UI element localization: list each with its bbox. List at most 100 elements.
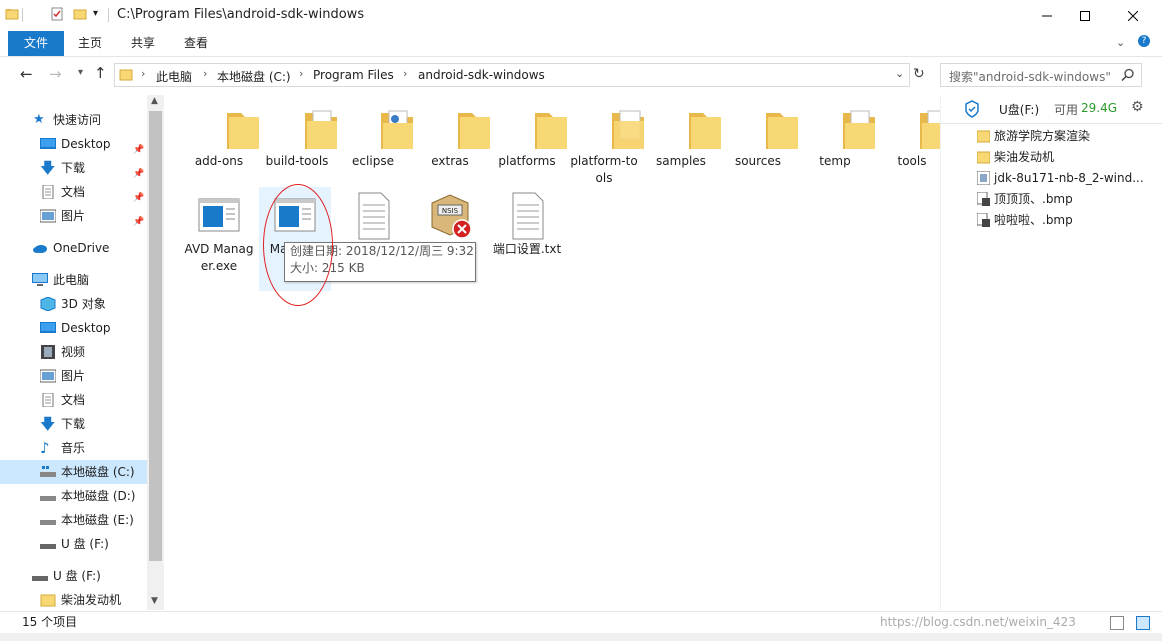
preview-item-label: 顶顶顶、.bmp [994, 192, 1073, 206]
breadcrumb-android-sdk-windows[interactable]: android-sdk-windows [418, 68, 545, 82]
preview-item-label: 旅游学院方案渲染 [994, 129, 1091, 143]
expand-ribbon-icon[interactable]: ⌄ [1116, 36, 1125, 49]
item-count: 15 个项目 [22, 615, 78, 629]
text-file-icon [358, 192, 390, 240]
address-bar[interactable]: › 此电脑 › 本地磁盘 (C:) › Program Files › andr… [114, 63, 910, 87]
details-view-icon[interactable] [1110, 616, 1124, 630]
nav-label: 本地磁盘 (C:) [61, 465, 135, 479]
nav-label: U 盘 (F:) [61, 537, 109, 551]
help-icon[interactable]: ? [1138, 35, 1150, 47]
up-arrow-icon[interactable]: ↑ [94, 64, 107, 82]
nav-item-local-disk-e[interactable]: 本地磁盘 (E:) [0, 508, 147, 532]
file-item-avd-manager[interactable]: AVD Manager.exe [183, 191, 255, 275]
file-item-platform-tools[interactable]: platform-tools [568, 103, 644, 187]
nav-item-pictures-pinned[interactable]: 图片 📌 [0, 204, 147, 228]
nav-item-diesel-engine-folder[interactable]: 柴油发动机 [0, 588, 147, 610]
breadcrumb-separator-icon: › [299, 67, 304, 80]
large-icons-view-icon[interactable] [1136, 616, 1150, 630]
file-item-samples[interactable]: samples [645, 103, 721, 170]
free-space-label: 可用 [1054, 103, 1079, 117]
file-item-text-file[interactable] [337, 191, 409, 241]
nav-label: 柴油发动机 [61, 593, 122, 607]
watermark-text: https://blog.csdn.net/weixin_423 [880, 615, 1076, 629]
refresh-icon[interactable]: ↻ [913, 66, 925, 82]
nav-scrollbar[interactable]: ▲ ▼ [147, 95, 164, 610]
file-item-uninstaller[interactable]: NSIS [414, 191, 486, 241]
scrollbar-thumb[interactable] [149, 111, 162, 561]
nav-item-pictures[interactable]: 图片 [0, 364, 147, 388]
maximize-button[interactable] [1062, 0, 1108, 31]
folder-icon [977, 151, 990, 164]
cloud-icon [33, 245, 47, 253]
file-name: temp [819, 154, 851, 168]
nav-item-local-disk-d[interactable]: 本地磁盘 (D:) [0, 484, 147, 508]
nav-item-local-disk-c[interactable]: 本地磁盘 (C:) [0, 460, 147, 484]
forward-arrow-icon[interactable]: → [49, 65, 62, 83]
picture-icon [40, 209, 56, 223]
file-item-add-ons[interactable]: add-ons [183, 103, 259, 170]
new-folder-icon[interactable] [73, 7, 87, 21]
breadcrumb-program-files[interactable]: Program Files [313, 68, 394, 82]
tab-home[interactable]: 主页 [70, 31, 110, 56]
nav-item-usb-drive-f[interactable]: U 盘 (F:) [0, 532, 147, 556]
nav-item-onedrive[interactable]: OneDrive [0, 236, 147, 260]
nav-item-this-pc[interactable]: 此电脑 [0, 268, 147, 292]
usb-drive-icon [32, 576, 48, 581]
file-name: platform-tools [570, 154, 638, 185]
breadcrumb-separator-icon: › [203, 67, 208, 80]
nav-item-music[interactable]: ♪ 音乐 [0, 436, 147, 460]
back-arrow-icon[interactable]: ← [20, 65, 33, 83]
file-item-temp[interactable]: temp [799, 103, 875, 170]
file-item-eclipse[interactable]: eclipse [337, 103, 413, 170]
nav-item-desktop-pinned[interactable]: Desktop 📌 [0, 132, 147, 156]
breadcrumb-local-disk-c[interactable]: 本地磁盘 (C:) [217, 68, 291, 85]
file-item-port-settings[interactable]: 端口设置.txt [491, 191, 563, 258]
nav-item-documents-pinned[interactable]: 文档 📌 [0, 180, 147, 204]
scroll-up-icon[interactable]: ▲ [151, 96, 158, 106]
address-history-chevron-icon[interactable]: ⌄ [895, 67, 904, 80]
nav-item-3d-objects[interactable]: 3D 对象 [0, 292, 147, 316]
settings-gear-icon[interactable]: ⚙ [1131, 99, 1144, 115]
nav-item-usb-drive-f-root[interactable]: U 盘 (F:) [0, 564, 147, 588]
preview-pane: U盘(F:) 可用 29.4G ⚙ 旅游学院方案渲染 柴油发动机 jdk-8u1… [940, 95, 1162, 610]
tab-file[interactable]: 文件 [8, 31, 64, 56]
file-item-sources[interactable]: sources [722, 103, 798, 170]
computer-icon [32, 273, 48, 286]
properties-icon[interactable] [50, 7, 64, 21]
drive-icon [40, 466, 56, 477]
download-icon: 🡇 [40, 159, 56, 177]
file-item-extras[interactable]: extras [414, 103, 490, 170]
nav-item-desktop[interactable]: Desktop [0, 316, 147, 340]
nav-item-downloads[interactable]: 🡇 下载 [0, 412, 147, 436]
folder-icon [40, 594, 56, 607]
scroll-down-icon[interactable]: ▼ [151, 596, 158, 606]
file-item-platforms[interactable]: platforms [491, 103, 567, 170]
nav-item-documents[interactable]: 文档 [0, 388, 147, 412]
folder-icon [977, 130, 990, 143]
close-button[interactable] [1110, 0, 1156, 31]
breadcrumb-this-pc[interactable]: 此电脑 [156, 68, 192, 85]
nav-item-quick-access[interactable]: ★ 快速访问 [0, 108, 147, 132]
file-item-tools[interactable]: tools [876, 103, 952, 170]
file-name: platforms [498, 154, 556, 168]
window-bottom-edge [0, 633, 1162, 641]
folder-icon [5, 9, 19, 20]
search-icon [1121, 68, 1134, 82]
annotation-circle [263, 184, 333, 306]
search-placeholder: 搜索"android-sdk-windows" [949, 70, 1111, 84]
nav-label: 本地磁盘 (D:) [61, 489, 136, 503]
customize-toolbar-chevron-icon[interactable]: ▾ [93, 8, 98, 19]
search-input[interactable]: 搜索"android-sdk-windows" [940, 63, 1142, 87]
folder-icon [227, 113, 259, 149]
nav-item-downloads-pinned[interactable]: 🡇 下载 📌 [0, 156, 147, 180]
recent-locations-chevron-icon[interactable]: ▾ [78, 67, 83, 78]
title-bar: ▾ C:\Program Files\android-sdk-windows [0, 0, 1162, 31]
application-icon [198, 198, 240, 232]
usb-drive-icon [40, 544, 56, 549]
file-item-build-tools[interactable]: build-tools [261, 103, 337, 170]
desktop-icon [40, 138, 56, 149]
nav-item-videos[interactable]: 视频 [0, 340, 147, 364]
window-title: C:\Program Files\android-sdk-windows [117, 7, 365, 22]
tab-view[interactable]: 查看 [176, 31, 216, 56]
tab-share[interactable]: 共享 [122, 31, 164, 56]
